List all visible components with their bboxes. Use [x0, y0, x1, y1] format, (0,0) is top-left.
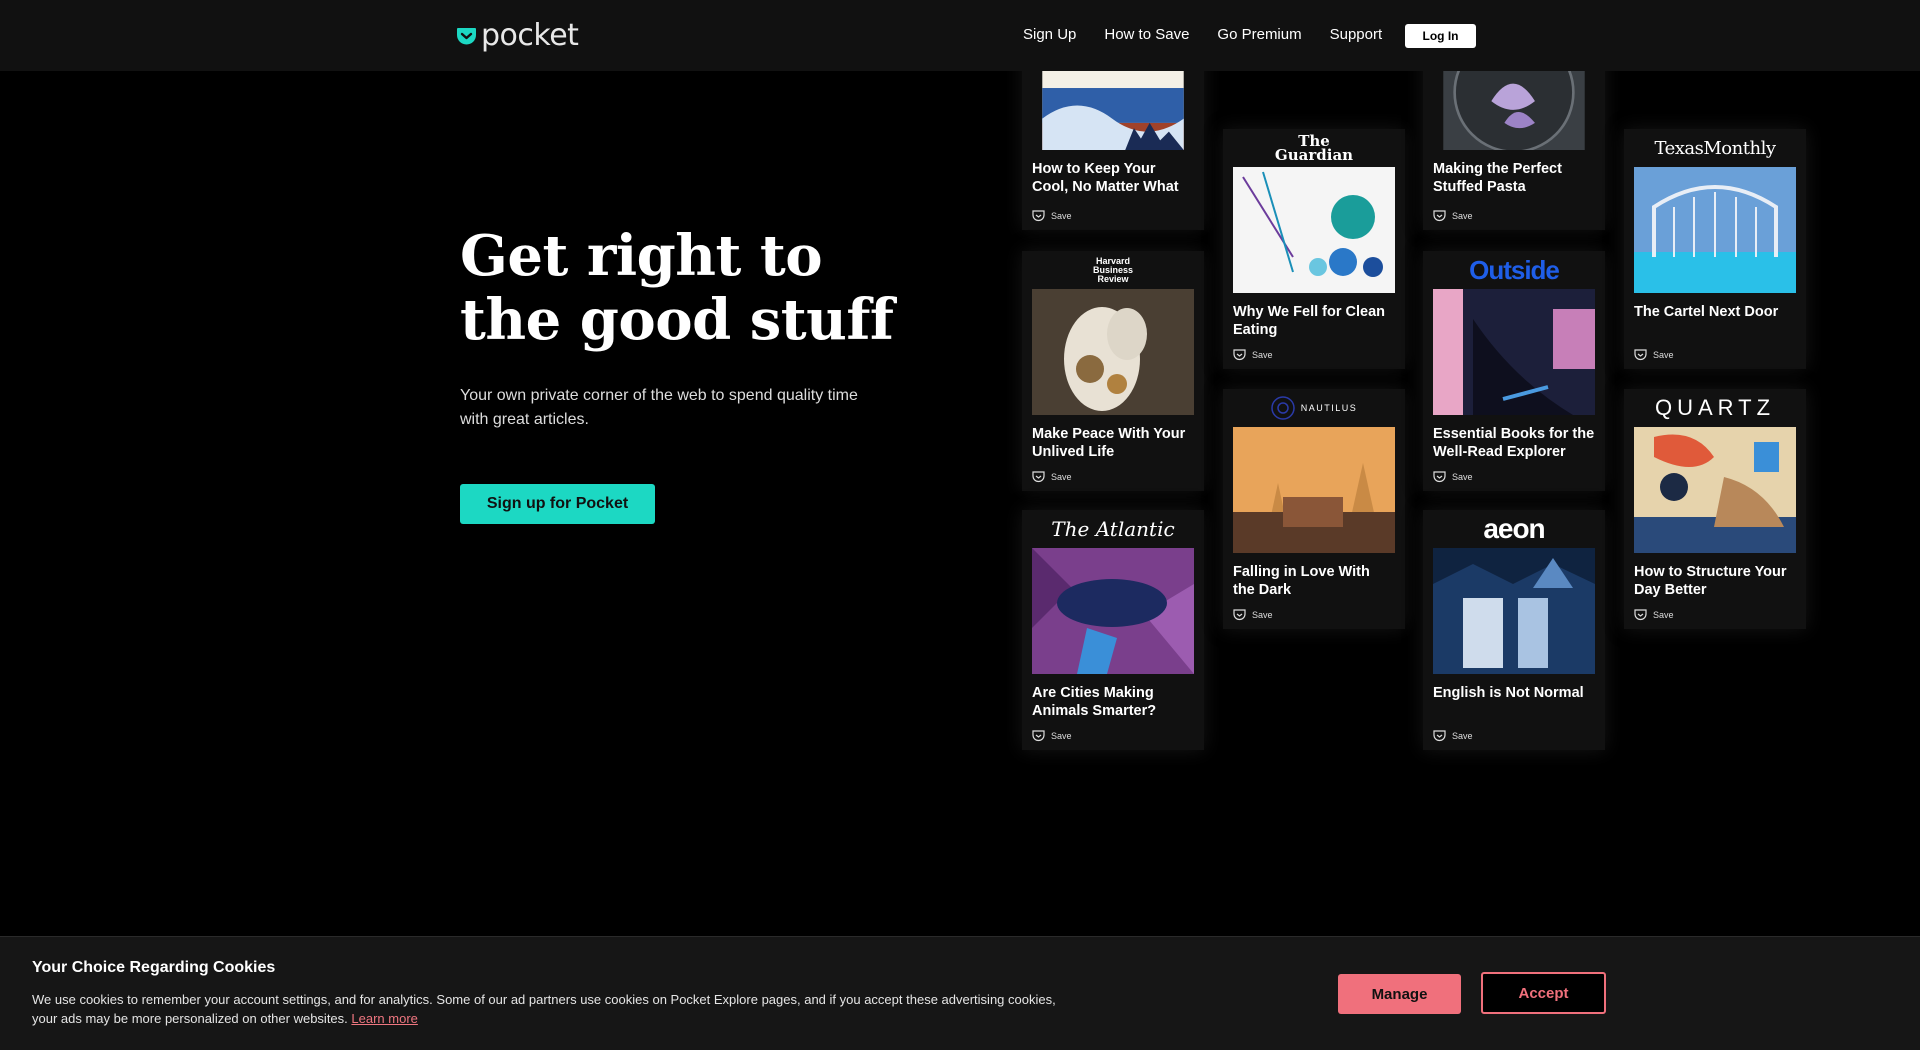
pocket-save-icon	[1433, 471, 1446, 483]
article-image	[1433, 548, 1595, 674]
login-button[interactable]: Log In	[1405, 24, 1476, 48]
pocket-save-icon	[1032, 210, 1045, 222]
signup-cta-button[interactable]: Sign up for Pocket	[460, 484, 655, 524]
article-title[interactable]: The Cartel Next Door	[1624, 293, 1806, 321]
publisher-logo: Harvard Business Review	[1092, 255, 1134, 284]
article-card[interactable]: TexasMonthly The Cartel Next Door Save	[1624, 129, 1806, 369]
learn-more-link[interactable]: Learn more	[351, 1011, 417, 1026]
article-image	[1032, 289, 1194, 415]
pocket-logo-icon	[457, 28, 476, 45]
save-button[interactable]: Save	[1433, 210, 1473, 222]
nav-how-to-save[interactable]: How to Save	[1104, 26, 1189, 43]
article-card[interactable]: The Atlantic Are Cities Making Animals S…	[1022, 510, 1204, 750]
save-button[interactable]: Save	[1032, 471, 1072, 483]
article-title[interactable]: Make Peace With Your Unlived Life	[1022, 415, 1204, 461]
site-header: pocket Sign Up How to Save Go Premium Su…	[0, 0, 1920, 71]
publisher-logo: aeon	[1483, 513, 1545, 544]
pocket-save-icon	[1433, 210, 1446, 222]
article-card[interactable]: QUARTZ How to Structure Your Day Better …	[1624, 389, 1806, 629]
save-label: Save	[1051, 731, 1072, 741]
publisher-logo: QUARTZ	[1654, 395, 1776, 420]
pocket-save-icon	[1634, 349, 1647, 361]
nav-sign-up[interactable]: Sign Up	[1023, 26, 1076, 43]
article-title[interactable]: How to Keep Your Cool, No Matter What	[1022, 150, 1204, 196]
cookie-text: We use cookies to remember your account …	[32, 990, 1082, 1028]
save-label: Save	[1452, 472, 1473, 482]
article-card[interactable]: Outside Essential Books for the Well-Rea…	[1423, 251, 1605, 491]
hero-title: Get right to the good stuff	[460, 223, 894, 353]
publisher-logo: NAUTILUS	[1223, 389, 1405, 427]
cookie-title: Your Choice Regarding Cookies	[32, 959, 276, 976]
publisher-logo: The Guardian	[1274, 132, 1354, 164]
save-label: Save	[1252, 350, 1273, 360]
save-button[interactable]: Save	[1032, 730, 1072, 742]
article-title[interactable]: Essential Books for the Well-Read Explor…	[1423, 415, 1605, 461]
publisher-logo: TexasMonthly	[1654, 137, 1777, 159]
save-button[interactable]: Save	[1233, 349, 1273, 361]
pocket-logo[interactable]: pocket	[456, 18, 579, 53]
save-button[interactable]: Save	[1634, 609, 1674, 621]
article-image	[1233, 427, 1395, 553]
nav-go-premium[interactable]: Go Premium	[1217, 26, 1301, 43]
save-button[interactable]: Save	[1032, 210, 1072, 222]
article-image	[1634, 167, 1796, 293]
article-title[interactable]: English is Not Normal	[1423, 674, 1605, 702]
cookie-banner: Your Choice Regarding Cookies We use coo…	[0, 936, 1920, 1050]
article-image	[1634, 427, 1796, 553]
cookie-body: We use cookies to remember your account …	[32, 992, 1056, 1026]
article-card[interactable]: NAUTILUS Falling in Love With the Dark S…	[1223, 389, 1405, 629]
main-nav: Sign Up How to Save Go Premium Support	[1023, 26, 1410, 43]
save-button[interactable]: Save	[1233, 609, 1273, 621]
save-label: Save	[1452, 731, 1473, 741]
pocket-save-icon	[1433, 730, 1446, 742]
save-label: Save	[1653, 610, 1674, 620]
pocket-save-icon	[1032, 471, 1045, 483]
article-image	[1433, 289, 1595, 415]
article-card[interactable]: Harvard Business Review Make Peace With …	[1022, 251, 1204, 491]
pocket-save-icon	[1233, 349, 1246, 361]
pocket-save-icon	[1634, 609, 1647, 621]
article-image	[1233, 167, 1395, 293]
hero-subtitle: Your own private corner of the web to sp…	[460, 387, 858, 428]
article-card[interactable]: aeon English is Not Normal Save	[1423, 510, 1605, 750]
save-label: Save	[1452, 211, 1473, 221]
nav-support[interactable]: Support	[1330, 26, 1383, 43]
article-title[interactable]: Why We Fell for Clean Eating	[1223, 293, 1405, 339]
publisher-logo: Outside	[1469, 254, 1560, 285]
save-label: Save	[1252, 610, 1273, 620]
article-title[interactable]: How to Structure Your Day Better	[1624, 553, 1806, 599]
article-title[interactable]: Are Cities Making Animals Smarter?	[1022, 674, 1204, 720]
save-label: Save	[1051, 211, 1072, 221]
publisher-logo: The Atlantic	[1051, 517, 1175, 541]
pocket-save-icon	[1032, 730, 1045, 742]
save-label: Save	[1653, 350, 1674, 360]
article-card[interactable]: The Guardian Why We Fell for Clean Eatin…	[1223, 129, 1405, 369]
save-button[interactable]: Save	[1634, 349, 1674, 361]
article-title[interactable]: Making the Perfect Stuffed Pasta	[1423, 150, 1605, 196]
logo-wordmark: pocket	[481, 18, 579, 53]
article-title[interactable]: Falling in Love With the Dark	[1223, 553, 1405, 599]
save-button[interactable]: Save	[1433, 730, 1473, 742]
accept-cookies-button[interactable]: Accept	[1481, 972, 1606, 1014]
nautilus-icon	[1270, 396, 1295, 420]
manage-cookies-button[interactable]: Manage	[1338, 974, 1461, 1014]
save-label: Save	[1051, 472, 1072, 482]
pocket-save-icon	[1233, 609, 1246, 621]
article-image	[1032, 548, 1194, 674]
save-button[interactable]: Save	[1433, 471, 1473, 483]
